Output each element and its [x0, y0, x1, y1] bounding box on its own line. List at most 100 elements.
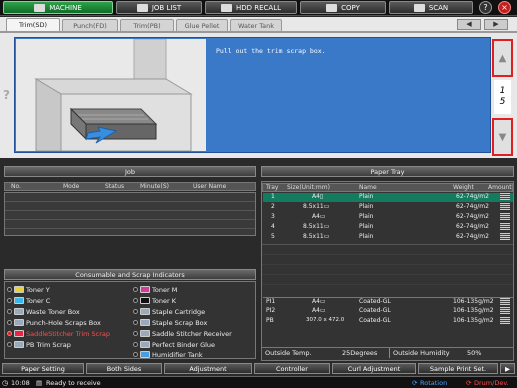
tab-prev-button[interactable]: ◀ [457, 19, 481, 30]
paper-tray-title: Paper Tray [370, 167, 405, 176]
paper-amount-icon [500, 307, 510, 314]
col-weight: Weight [453, 184, 474, 191]
btab-label: Sample Print Set. [429, 364, 487, 373]
sample-print-set-button[interactable]: Sample Print Set. [418, 363, 498, 374]
tray-size: 8.5x11▭ [303, 223, 330, 230]
tray-name: Plain [359, 193, 374, 200]
hdd-recall-button[interactable]: HDD RECALL [205, 1, 297, 14]
tray-row[interactable]: 5 8.5x11▭ Plain 62-74g/m2 [263, 233, 513, 242]
outside-humidity-label: Outside Humidity [393, 349, 450, 357]
environment-bar: Outside Temp. 25Degrees Outside Humidity… [262, 347, 513, 358]
tab-trim-sd[interactable]: Trim(SD) [6, 18, 60, 31]
consumable-label: Humidifier Tank [152, 350, 203, 359]
machine-button[interactable]: MACHINE [3, 1, 113, 14]
stop-button[interactable]: × [498, 1, 511, 14]
status-bar: ◷ 10:08 ▤ Ready to receive ⟳ Rotation ⟳ … [0, 376, 517, 388]
consumable-label: Staple Scrap Box [152, 318, 208, 327]
tray-name: Plain [359, 203, 374, 210]
tab-trim-pb[interactable]: Trim(PB) [120, 19, 174, 31]
controller-button[interactable]: Controller [254, 363, 330, 374]
consumable-label: Toner M [152, 285, 178, 294]
tray-row[interactable]: 1 A4▯ Plain 62-74g/m2 [263, 193, 513, 202]
tab-glue-pellet[interactable]: Glue Pellet [176, 19, 228, 31]
page-indicator: 1 5 [494, 80, 511, 114]
rotation-status: Rotation [420, 379, 448, 387]
tray-no: 2 [271, 203, 275, 210]
help-question-icon[interactable]: ? [3, 88, 10, 102]
pi-row[interactable]: PI2 A4▭ Coated-GL 106-135g/m2 [263, 307, 513, 316]
adjustment-button[interactable]: Adjustment [164, 363, 252, 374]
tray-row[interactable]: 3 A4▭ Plain 62-74g/m2 [263, 213, 513, 222]
col-tray: Tray [266, 184, 279, 191]
job-column-header: No. Mode Status Minute(S) User Name [4, 182, 256, 191]
bottom-more-button[interactable]: ▶ [500, 363, 515, 374]
status-dot [7, 320, 12, 325]
tray-name: Plain [359, 233, 374, 240]
page-current: 1 [499, 86, 506, 96]
consumable-label: Punch-Hole Scraps Box [26, 318, 101, 327]
paper-tray-header: Paper Tray [261, 166, 514, 177]
clock-icon: ◷ [2, 379, 9, 387]
consumables-header: Consumable and Scrap Indicators [4, 269, 256, 280]
status-message: Ready to receive [46, 379, 101, 387]
help-button[interactable]: ? [479, 1, 492, 14]
alert-dot [7, 331, 12, 336]
tab-label: Trim(PB) [133, 21, 161, 30]
chevron-left-icon: ◀ [466, 20, 472, 28]
status-dot [133, 352, 138, 357]
consumable-label: Waste Toner Box [26, 307, 80, 316]
receiver-icon [140, 330, 150, 337]
top-bar: MACHINE JOB LIST HDD RECALL COPY SCAN ? … [0, 0, 517, 16]
hdd-recall-label: HDD RECALL [235, 3, 282, 12]
glue-icon [140, 341, 150, 348]
btab-label: Both Sides [106, 364, 142, 373]
col-no: No. [11, 183, 21, 190]
scroll-down-button[interactable]: ▼ [492, 118, 513, 156]
drum-status: Drum/Dev. [474, 379, 509, 387]
consumable-binder-glue: Perfect Binder Glue [133, 340, 215, 349]
pi-row[interactable]: PI1 A4▭ Coated-GL 106-135g/m2 [263, 297, 513, 306]
job-list-button[interactable]: JOB LIST [116, 1, 202, 14]
btab-label: Paper Setting [21, 364, 65, 373]
tray-weight: 106-135g/m2 [453, 298, 494, 305]
staple-icon [140, 308, 150, 315]
tray-no: PB [266, 317, 274, 324]
consumable-humidifier-tank: Humidifier Tank [133, 350, 203, 359]
tray-row[interactable]: 4 8.5x11▭ Plain 62-74g/m2 [263, 223, 513, 232]
tab-punch-fd[interactable]: Punch(FD) [62, 19, 118, 31]
tab-water-tank[interactable]: Water Tank [230, 19, 282, 31]
tab-next-button[interactable]: ▶ [484, 19, 508, 30]
job-row[interactable] [5, 211, 255, 220]
chevron-right-icon: ▶ [505, 364, 510, 373]
outside-temp-value: 25Degrees [342, 349, 378, 357]
col-minute: Minute(S) [140, 183, 169, 190]
pi-row[interactable]: PB 307.0 x 472.0 Coated-GL 106-135g/m2 [263, 317, 513, 326]
job-list[interactable] [4, 192, 256, 236]
paper-amount-icon [500, 203, 510, 210]
status-time: 10:08 [11, 379, 30, 387]
copy-button[interactable]: COPY [300, 1, 386, 14]
both-sides-button[interactable]: Both Sides [86, 363, 162, 374]
consumables-title: Consumable and Scrap Indicators [75, 270, 185, 279]
curl-adjustment-button[interactable]: Curl Adjustment [332, 363, 416, 374]
scan-button[interactable]: SCAN [389, 1, 473, 14]
tray-size: A4▭ [312, 307, 326, 314]
tab-label: Trim(SD) [18, 21, 48, 29]
copy-icon [326, 3, 338, 12]
tray-row[interactable]: 2 8.5x11▭ Plain 62-74g/m2 [263, 203, 513, 212]
paper-amount-icon [500, 317, 510, 324]
outside-humidity-value: 50% [467, 349, 482, 357]
trim-scrap-box-illustration [16, 38, 206, 152]
job-row[interactable] [5, 202, 255, 211]
paper-tray-column-header: Tray Size(Unit:mm) Name Weight Amount [262, 183, 513, 192]
toner-icon [14, 297, 24, 304]
job-row[interactable] [5, 220, 255, 229]
paper-amount-icon [500, 213, 510, 220]
job-row[interactable] [5, 193, 255, 202]
col-amount: Amount [488, 184, 512, 191]
scroll-up-button[interactable]: ▲ [492, 39, 513, 77]
status-dot [7, 298, 12, 303]
paper-setting-button[interactable]: Paper Setting [2, 363, 84, 374]
tray-size: A4▯ [312, 193, 324, 200]
status-dot [133, 331, 138, 336]
